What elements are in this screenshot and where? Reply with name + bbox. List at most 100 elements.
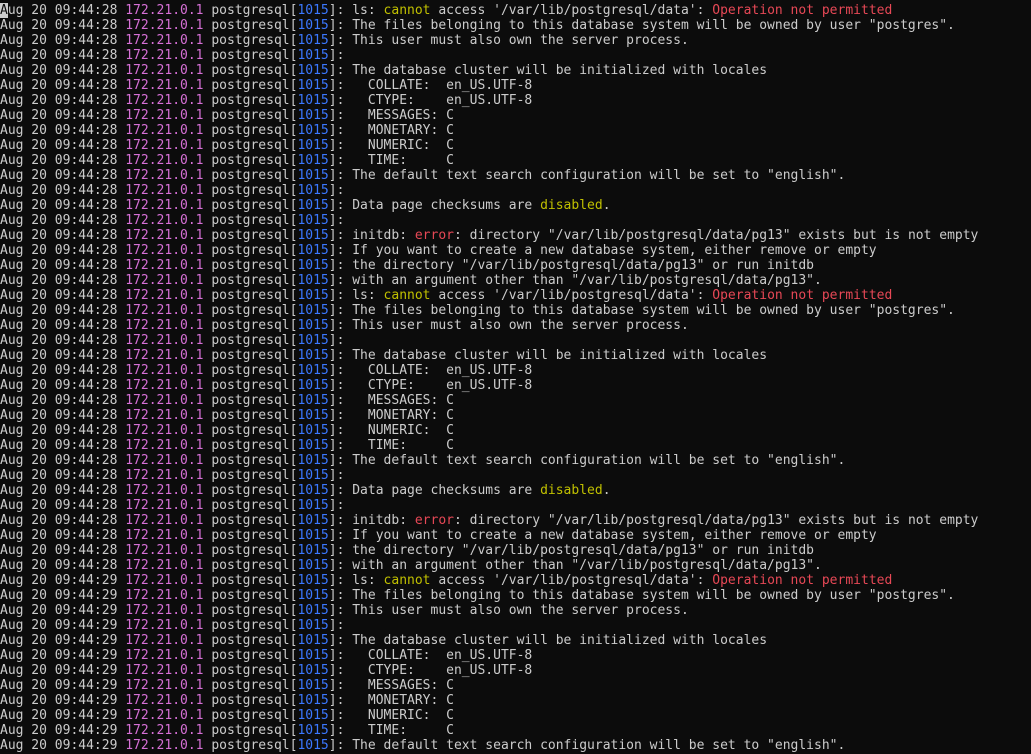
log-text: NUMERIC: C (352, 138, 454, 153)
log-pid: 1015 (297, 78, 329, 93)
log-text: NUMERIC: C (352, 708, 454, 723)
log-text: COLLATE: en_US.UTF-8 (352, 648, 533, 663)
log-line: Aug 20 09:44:28 172.21.0.1 postgresql[10… (0, 258, 1031, 273)
log-timestamp: Aug 20 09:44:29 (0, 678, 118, 693)
log-host-ip: 172.21.0.1 (125, 303, 204, 318)
log-host-ip: 172.21.0.1 (125, 288, 204, 303)
log-timestamp: Aug 20 09:44:29 (0, 618, 118, 633)
log-message: TIME: C (344, 153, 454, 168)
log-text: This user must also own the server proce… (352, 318, 689, 333)
log-message: TIME: C (344, 438, 454, 453)
log-host-ip: 172.21.0.1 (125, 198, 204, 213)
log-text: Data page checksums are (352, 198, 541, 213)
log-host-ip: 172.21.0.1 (125, 138, 204, 153)
log-host-ip: 172.21.0.1 (125, 168, 204, 183)
log-message: The default text search configuration wi… (344, 168, 845, 183)
log-pid: 1015 (297, 603, 329, 618)
log-host-ip: 172.21.0.1 (125, 78, 204, 93)
log-line: Aug 20 09:44:28 172.21.0.1 postgresql[10… (0, 3, 1031, 18)
log-process: postgresql[1015]: (211, 528, 345, 543)
log-pid: 1015 (297, 393, 329, 408)
log-line: Aug 20 09:44:28 172.21.0.1 postgresql[10… (0, 213, 1031, 228)
log-host-ip: 172.21.0.1 (125, 63, 204, 78)
log-pid: 1015 (297, 63, 329, 78)
log-process: postgresql[1015]: (211, 3, 345, 18)
log-process: postgresql[1015]: (211, 618, 345, 633)
log-line: Aug 20 09:44:28 172.21.0.1 postgresql[10… (0, 303, 1031, 318)
log-message: The database cluster will be initialized… (344, 63, 767, 78)
log-pid: 1015 (297, 663, 329, 678)
log-pid: 1015 (297, 543, 329, 558)
log-text: Data page checksums are (352, 483, 541, 498)
log-pid: 1015 (297, 48, 329, 63)
log-pid: 1015 (297, 483, 329, 498)
log-message: The files belonging to this database sys… (344, 303, 955, 318)
log-message: TIME: C (344, 723, 454, 738)
log-process: postgresql[1015]: (211, 153, 345, 168)
log-line: Aug 20 09:44:28 172.21.0.1 postgresql[10… (0, 423, 1031, 438)
log-line: Aug 20 09:44:28 172.21.0.1 postgresql[10… (0, 33, 1031, 48)
log-pid: 1015 (297, 678, 329, 693)
log-text: The default text search configuration wi… (352, 738, 846, 753)
log-timestamp: Aug 20 09:44:28 (0, 273, 118, 288)
log-pid: 1015 (297, 573, 329, 588)
log-host-ip: 172.21.0.1 (125, 318, 204, 333)
log-timestamp: Aug 20 09:44:28 (0, 303, 118, 318)
log-text: with an argument other than "/var/lib/po… (352, 558, 822, 573)
log-line: Aug 20 09:44:28 172.21.0.1 postgresql[10… (0, 483, 1031, 498)
log-host-ip: 172.21.0.1 (125, 513, 204, 528)
log-message: The default text search configuration wi… (344, 738, 845, 753)
log-host-ip: 172.21.0.1 (125, 543, 204, 558)
log-message: CTYPE: en_US.UTF-8 (344, 663, 532, 678)
log-highlight: cannot (383, 573, 431, 588)
log-text: The default text search configuration wi… (352, 453, 846, 468)
log-host-ip: 172.21.0.1 (125, 528, 204, 543)
log-host-ip: 172.21.0.1 (125, 18, 204, 33)
log-timestamp: Aug 20 09:44:28 (0, 243, 118, 258)
log-process: postgresql[1015]: (211, 318, 345, 333)
log-pid: 1015 (297, 468, 329, 483)
log-process: postgresql[1015]: (211, 513, 345, 528)
log-host-ip: 172.21.0.1 (125, 453, 204, 468)
log-pid: 1015 (297, 108, 329, 123)
log-line: Aug 20 09:44:28 172.21.0.1 postgresql[10… (0, 348, 1031, 363)
log-host-ip: 172.21.0.1 (125, 333, 204, 348)
log-message: Data page checksums are disabled. (344, 483, 610, 498)
log-message: This user must also own the server proce… (344, 318, 689, 333)
log-line: Aug 20 09:44:28 172.21.0.1 postgresql[10… (0, 408, 1031, 423)
log-text: CTYPE: en_US.UTF-8 (352, 93, 533, 108)
log-process: postgresql[1015]: (211, 78, 345, 93)
log-message: MESSAGES: C (344, 678, 454, 693)
log-process: postgresql[1015]: (211, 588, 345, 603)
log-pid: 1015 (297, 258, 329, 273)
terminal-cursor: A (0, 3, 8, 18)
log-pid: 1015 (297, 303, 329, 318)
log-text: The database cluster will be initialized… (352, 348, 768, 363)
log-text: The default text search configuration wi… (352, 168, 846, 183)
log-message: MONETARY: C (344, 693, 454, 708)
log-timestamp: Aug 20 09:44:28 (0, 498, 118, 513)
log-timestamp: Aug 20 09:44:28 (0, 348, 118, 363)
log-message: initdb: error: directory "/var/lib/postg… (344, 228, 978, 243)
log-text: the directory "/var/lib/postgresql/data/… (352, 543, 815, 558)
log-pid: 1015 (297, 498, 329, 513)
log-pid: 1015 (297, 288, 329, 303)
log-pid: 1015 (297, 318, 329, 333)
log-process: postgresql[1015]: (211, 603, 345, 618)
log-host-ip: 172.21.0.1 (125, 678, 204, 693)
terminal-output[interactable]: Aug 20 09:44:28 172.21.0.1 postgresql[10… (0, 0, 1031, 754)
log-host-ip: 172.21.0.1 (125, 738, 204, 753)
log-line: Aug 20 09:44:28 172.21.0.1 postgresql[10… (0, 453, 1031, 468)
log-pid: 1015 (297, 138, 329, 153)
log-text: The files belonging to this database sys… (352, 588, 955, 603)
log-process: postgresql[1015]: (211, 123, 345, 138)
log-message: COLLATE: en_US.UTF-8 (344, 78, 532, 93)
log-timestamp: Aug 20 09:44:29 (0, 693, 118, 708)
log-timestamp: Aug 20 09:44:28 (0, 318, 118, 333)
log-text: with an argument other than "/var/lib/po… (352, 273, 822, 288)
log-line: Aug 20 09:44:28 172.21.0.1 postgresql[10… (0, 168, 1031, 183)
log-text: COLLATE: en_US.UTF-8 (352, 363, 533, 378)
log-pid: 1015 (297, 198, 329, 213)
log-highlight: Operation not permitted (712, 573, 893, 588)
log-pid: 1015 (297, 18, 329, 33)
